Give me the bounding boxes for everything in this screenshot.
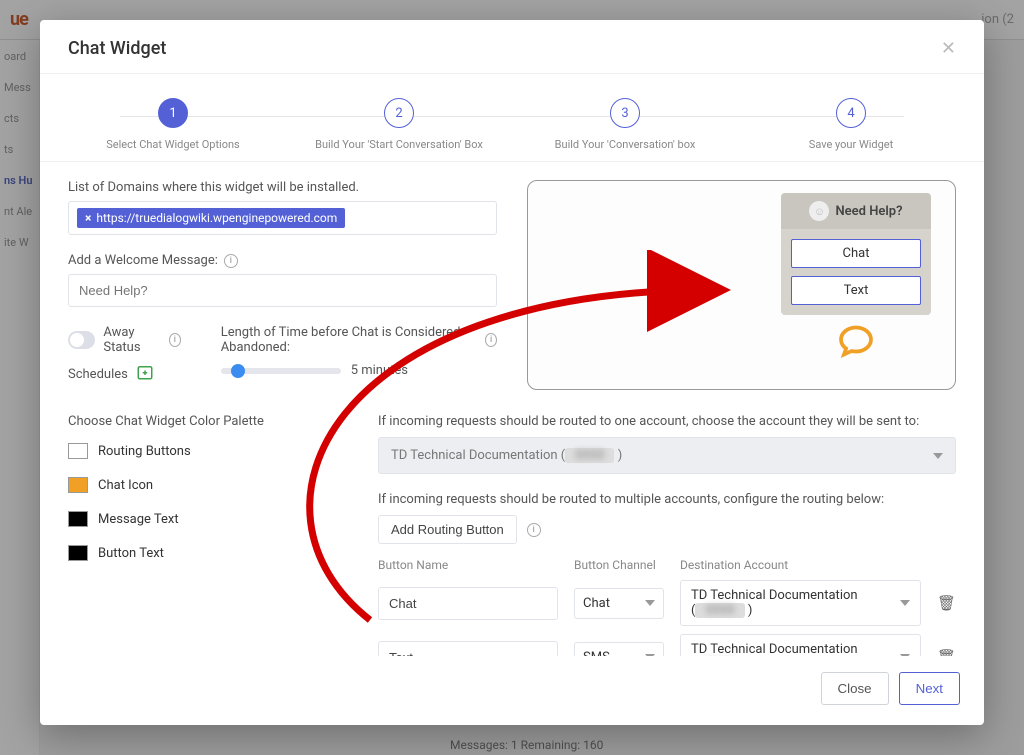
preview-header-text: Need Help?	[835, 204, 902, 219]
routing-channel-value: Chat	[583, 596, 610, 611]
step-circle: 4	[836, 98, 866, 128]
redacted: 0000	[565, 448, 614, 463]
routing-account-select[interactable]: TD Technical Documentation (0000 )	[680, 634, 921, 656]
chevron-down-icon	[645, 600, 655, 606]
palette-label: Chat Icon	[98, 478, 153, 493]
palette-routing-buttons[interactable]: Routing Buttons	[68, 443, 348, 459]
swatch-icon	[68, 545, 88, 561]
add-routing-button[interactable]: Add Routing Button	[378, 515, 517, 544]
palette-label: Button Text	[98, 546, 164, 561]
col-button-name: Button Name	[378, 558, 558, 572]
step-circle: 3	[610, 98, 640, 128]
schedules-label: Schedules	[68, 367, 128, 382]
routing-name-input[interactable]	[378, 641, 558, 657]
away-status-label: Away Status	[103, 325, 161, 355]
routing-account-text: TD Technical Documentation (	[691, 642, 858, 656]
domain-chip[interactable]: × https://truedialogwiki.wpenginepowered…	[77, 208, 345, 228]
info-icon[interactable]: i	[169, 333, 181, 347]
col-button-channel: Button Channel	[574, 558, 664, 572]
col-destination-account: Destination Account	[680, 558, 922, 572]
routing-row: Chat TD Technical Documentation (0000 ) …	[378, 580, 956, 626]
widget-preview-panel: ☺ Need Help? Chat Text	[527, 180, 956, 390]
route-single-label: If incoming requests should be routed to…	[378, 414, 956, 429]
welcome-label: Add a Welcome Message:	[68, 253, 218, 268]
routing-account-select[interactable]: TD Technical Documentation (0000 )	[680, 580, 921, 626]
away-status-toggle[interactable]	[68, 331, 95, 349]
routing-channel-select[interactable]: Chat	[574, 588, 664, 619]
step-3[interactable]: 3 Build Your 'Conversation' box	[512, 98, 738, 151]
swatch-icon	[68, 511, 88, 527]
chevron-down-icon	[933, 453, 943, 459]
step-4[interactable]: 4 Save your Widget	[738, 98, 964, 151]
close-button[interactable]: Close	[821, 672, 889, 705]
domain-chip-text: https://truedialogwiki.wpenginepowered.c…	[96, 211, 337, 225]
step-2[interactable]: 2 Build Your 'Start Conversation' Box	[286, 98, 512, 151]
swatch-icon	[68, 443, 88, 459]
remove-chip-icon[interactable]: ×	[85, 211, 91, 225]
chevron-down-icon	[900, 600, 910, 606]
routing-row: SMS TD Technical Documentation (0000 ) 🗑	[378, 634, 956, 656]
step-label: Build Your 'Conversation' box	[512, 138, 738, 151]
route-multi-label: If incoming requests should be routed to…	[378, 492, 956, 507]
info-icon[interactable]: i	[527, 523, 541, 537]
abandon-length-label: Length of Time before Chat is Considered…	[221, 325, 479, 355]
info-icon[interactable]: i	[485, 333, 497, 347]
wizard-stepper: 1 Select Chat Widget Options 2 Build You…	[40, 73, 984, 162]
palette-message-text[interactable]: Message Text	[68, 511, 348, 527]
palette-title: Choose Chat Widget Color Palette	[68, 414, 348, 429]
abandon-length-slider[interactable]	[221, 368, 341, 374]
abandon-length-value: 5 minutes	[351, 363, 408, 378]
redacted: 0000	[695, 603, 744, 618]
step-circle: 1	[158, 98, 188, 128]
chat-bubble-icon	[781, 323, 931, 368]
close-icon[interactable]: ✕	[941, 38, 956, 59]
routing-channel-select[interactable]: SMS	[574, 642, 664, 657]
palette-label: Routing Buttons	[98, 444, 191, 459]
modal-title: Chat Widget	[68, 38, 166, 59]
palette-chat-icon[interactable]: Chat Icon	[68, 477, 348, 493]
trash-icon[interactable]: 🗑	[937, 648, 956, 656]
step-label: Save your Widget	[738, 138, 964, 151]
swatch-icon	[68, 477, 88, 493]
preview-header: ☺ Need Help?	[781, 193, 931, 229]
palette-button-text[interactable]: Button Text	[68, 545, 348, 561]
step-label: Build Your 'Start Conversation' Box	[286, 138, 512, 151]
next-button[interactable]: Next	[899, 672, 960, 705]
single-account-select[interactable]: TD Technical Documentation (0000 )	[378, 437, 956, 474]
chat-widget-modal: Chat Widget ✕ 1 Select Chat Widget Optio…	[40, 20, 984, 725]
domains-input[interactable]: × https://truedialogwiki.wpenginepowered…	[68, 201, 497, 235]
preview-text-button: Text	[791, 276, 921, 305]
step-1[interactable]: 1 Select Chat Widget Options	[60, 98, 286, 151]
palette-label: Message Text	[98, 512, 179, 527]
routing-name-input[interactable]	[378, 587, 558, 620]
preview-chat-button: Chat	[791, 239, 921, 268]
welcome-message-input[interactable]	[68, 274, 497, 307]
step-label: Select Chat Widget Options	[60, 138, 286, 151]
calendar-icon[interactable]	[136, 363, 154, 386]
avatar-icon: ☺	[809, 201, 829, 221]
step-circle: 2	[384, 98, 414, 128]
selected-account-text: TD Technical Documentation (	[391, 448, 565, 463]
domains-label: List of Domains where this widget will b…	[68, 180, 497, 195]
info-icon[interactable]: i	[224, 254, 238, 268]
trash-icon[interactable]: 🗑	[937, 594, 956, 612]
